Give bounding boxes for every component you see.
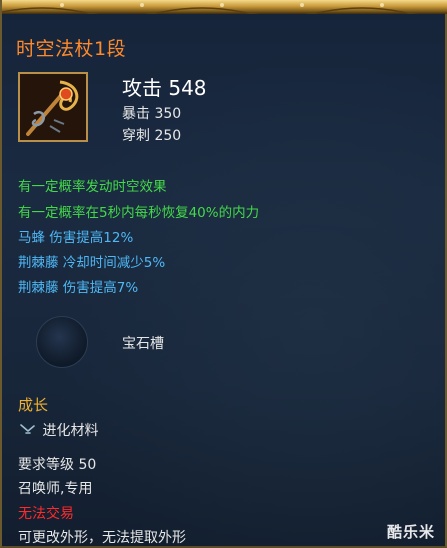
trade-status: 无法交易 <box>18 506 74 522</box>
wrench-icon <box>20 423 38 439</box>
pierce-stat: 穿刺 250 <box>122 128 182 144</box>
skill-bonus-line: 荆棘藤 伤害提高7% <box>18 280 139 296</box>
gem-slot-label: 宝石槽 <box>122 336 164 352</box>
skill-bonus-line: 荆棘藤 冷却时间减少5% <box>18 255 166 271</box>
growth-title: 成长 <box>18 396 49 414</box>
effect-line: 有一定概率在5秒内每秒恢复40%的内力 <box>18 205 260 221</box>
attack-stat: 攻击 548 <box>122 76 207 100</box>
material-label: 进化材料 <box>42 423 99 439</box>
required-level: 要求等级 50 <box>18 457 97 473</box>
site-watermark: 酷乐米 <box>386 523 435 541</box>
material-row: 进化材料 <box>20 420 98 440</box>
gem-slot-icon[interactable] <box>36 316 88 368</box>
effect-line: 有一定概率发动时空效果 <box>18 179 167 195</box>
appearance-note: 可更改外形，无法提取外形 <box>18 530 186 546</box>
class-restriction: 召唤师,专用 <box>18 481 93 497</box>
staff-weapon-icon[interactable] <box>18 72 88 142</box>
skill-bonus-line: 马蜂 伤害提高12% <box>18 230 134 246</box>
item-tooltip: 时空法杖1段 攻击 548 暴击 350 穿刺 250 有一定概率发动时空效果 … <box>0 0 447 548</box>
crit-stat: 暴击 350 <box>122 106 182 122</box>
item-name: 时空法杖1段 <box>16 38 127 60</box>
ornate-top-border <box>2 0 447 14</box>
